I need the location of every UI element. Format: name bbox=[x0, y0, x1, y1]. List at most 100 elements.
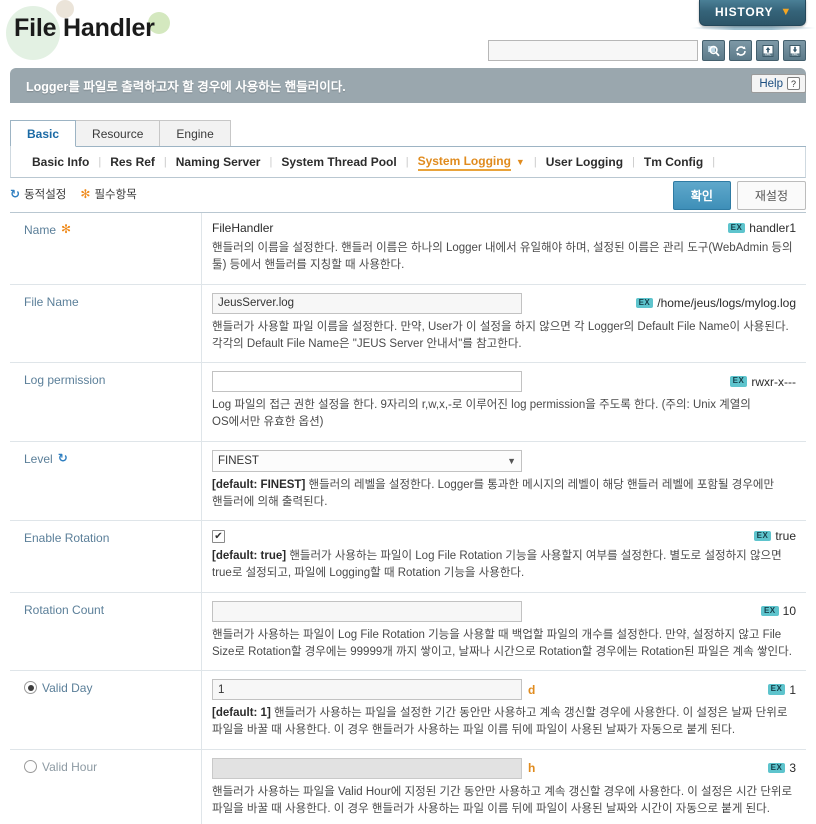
example-hint: EX 3 bbox=[767, 761, 796, 775]
subtab-label: System Thread Pool bbox=[281, 155, 397, 169]
tab-engine[interactable]: Engine bbox=[159, 119, 231, 146]
description-banner: Logger를 파일로 출력하고자 할 경우에 사용하는 핸들러이다. bbox=[10, 68, 806, 103]
row-label: Rotation Count bbox=[24, 602, 105, 617]
row-label: Name bbox=[24, 223, 57, 237]
action-buttons: 확인 재설정 bbox=[672, 181, 806, 210]
chevron-down-icon: ▼ bbox=[780, 5, 792, 18]
row-value-line: EX 10 bbox=[212, 600, 796, 622]
row-description: 핸들러가 사용하는 파일을 Valid Hour에 지정된 기간 동안만 사용하… bbox=[212, 784, 796, 819]
row-value-line: d EX1 bbox=[212, 679, 796, 700]
input-valid-day[interactable] bbox=[212, 679, 522, 700]
search-toolbar: XML XML bbox=[488, 40, 806, 61]
legend-required-label: 필수항목 bbox=[94, 189, 137, 201]
row-description: [default: 1] 핸들러가 사용하는 파일을 설정한 기간 동안만 사용… bbox=[212, 705, 796, 740]
xml-export-icon[interactable]: XML bbox=[783, 40, 806, 61]
tab-resource[interactable]: Resource bbox=[75, 119, 161, 146]
subtab-label: Naming Server bbox=[175, 155, 261, 169]
subtab-tm-config[interactable]: Tm Config bbox=[635, 155, 712, 169]
row-description-text: Log 파일의 접근 권한 설정을 한다. 9자리의 r,w,x,-로 이루어진… bbox=[212, 399, 751, 429]
radio-valid-hour[interactable] bbox=[24, 759, 37, 773]
row-label: Enable Rotation bbox=[24, 531, 110, 545]
row-label-cell: File Name bbox=[10, 284, 202, 362]
row-value-line: h EX 3 bbox=[212, 757, 796, 779]
main-tabs: Basic Resource Engine bbox=[10, 117, 806, 147]
settings-form: Name ✻ FileHandler EX handler1 핸들러의 이름을 설정한다.… bbox=[10, 212, 806, 824]
row-label: Valid Hour bbox=[42, 759, 98, 774]
subtab-label: Basic Info bbox=[32, 155, 90, 169]
row-label-cell: Log permission bbox=[10, 363, 202, 441]
help-label: Help bbox=[759, 77, 783, 90]
sub-tabs: Basic Info | Res Ref | Naming Server | System … bbox=[10, 147, 806, 178]
subtab-naming-server[interactable]: Naming Server bbox=[167, 155, 270, 169]
unit-label-valid-day: d bbox=[528, 682, 536, 697]
row-body-cell: FINEST ▼ [default: FINEST] 핸들러의 레벨을 설정한다. … bbox=[202, 442, 806, 521]
row-body-cell: EX/home/jeus/logs/mylog.log 핸들러가 사용할 파일 이… bbox=[202, 285, 806, 363]
chevron-down-icon: ▼ bbox=[515, 157, 525, 167]
row-value-line: EX rwxr-x--- bbox=[212, 371, 796, 392]
select-level[interactable]: FINEST ▼ bbox=[212, 449, 522, 472]
help-button[interactable]: Help ? bbox=[751, 74, 806, 93]
page-title: File Handler bbox=[14, 14, 155, 42]
row-value-line: ✔ EX true bbox=[212, 529, 796, 543]
refresh-small-icon: ↻ bbox=[10, 187, 21, 201]
form-row-log-permission: Log permission EX rwxr-x--- Log 파일의 접근 권한 설… bbox=[10, 363, 806, 442]
example-hint: EX rwxr-x--- bbox=[729, 375, 796, 389]
tab-basic[interactable]: Basic bbox=[10, 119, 77, 147]
input-valid-hour bbox=[212, 757, 522, 779]
legend-dynamic-label: 동적설정 bbox=[24, 189, 67, 201]
form-row-level: Level ↻ FINEST ▼ [default: FINEST] 핸들러의 레벨을 … bbox=[10, 441, 806, 521]
subtab-user-logging[interactable]: User Logging bbox=[537, 155, 632, 169]
confirm-button[interactable]: 확인 bbox=[672, 181, 731, 210]
subtab-system-logging[interactable]: System Logging ▼ bbox=[409, 154, 534, 171]
example-hint: EX 1 bbox=[767, 682, 796, 697]
ex-badge: EX bbox=[760, 605, 779, 617]
svg-text:XML: XML bbox=[791, 52, 798, 56]
example-value: 1 bbox=[789, 682, 796, 697]
row-description-text: 핸들러가 사용하는 파일을 설정한 기간 동안만 사용하고 계속 갱신할 경우에… bbox=[212, 707, 788, 737]
row-description-text: 핸들러가 사용할 파일 이름을 설정한다. 만약, User가 이 설정을 하지… bbox=[212, 320, 789, 350]
legend-required: ✻ 필수항목 bbox=[80, 186, 136, 202]
radio-valid-day[interactable] bbox=[24, 681, 37, 694]
input-file-name[interactable] bbox=[212, 292, 522, 314]
form-row-valid-hour: Valid Hour h EX 3 핸들러가 사용하는 파일을 Valid Hour에 … bbox=[10, 749, 806, 824]
svg-text:XML: XML bbox=[764, 52, 771, 56]
row-description-text: 핸들러가 사용하는 파일이 Log File Rotation 기능을 사용할지… bbox=[212, 550, 782, 580]
xml-import-icon[interactable]: XML bbox=[756, 40, 779, 61]
search-input[interactable] bbox=[488, 40, 698, 61]
subtab-separator: | bbox=[712, 156, 716, 168]
legend: ↻ 동적설정 ✻ 필수항목 bbox=[10, 186, 137, 202]
ex-badge: EX bbox=[753, 530, 772, 542]
row-value-line: EX/home/jeus/logs/mylog.log bbox=[212, 292, 796, 314]
search-icon[interactable] bbox=[702, 40, 725, 61]
example-hint: EX handler1 bbox=[727, 221, 796, 235]
refresh-icon[interactable] bbox=[729, 40, 752, 61]
required-asterisk-icon: ✻ bbox=[61, 222, 72, 236]
row-description: 핸들러가 사용하는 파일이 Log File Rotation 기능을 사용할 … bbox=[212, 627, 796, 662]
ex-badge: EX bbox=[727, 222, 746, 234]
row-value-line: FileHandler EX handler1 bbox=[212, 221, 796, 235]
row-label-cell: Name ✻ bbox=[10, 213, 202, 284]
history-label: HISTORY bbox=[715, 5, 774, 19]
form-row-name: Name ✻ FileHandler EX handler1 핸들러의 이름을 설정한다.… bbox=[10, 213, 806, 285]
asterisk-icon: ✻ bbox=[80, 187, 91, 201]
input-log-permission[interactable] bbox=[212, 371, 522, 392]
subtab-system-thread-pool[interactable]: System Thread Pool bbox=[272, 155, 405, 169]
reset-button[interactable]: 재설정 bbox=[736, 181, 806, 210]
input-rotation-count[interactable] bbox=[212, 600, 522, 622]
history-glow bbox=[690, 26, 816, 30]
row-default-value: [default: FINEST] bbox=[212, 478, 306, 491]
checkbox-enable-rotation[interactable]: ✔ bbox=[212, 529, 225, 543]
row-body-cell: EX 10 핸들러가 사용하는 파일이 Log File Rotation 기능을 … bbox=[202, 593, 806, 671]
example-hint: EX true bbox=[753, 529, 796, 543]
subtab-res-ref[interactable]: Res Ref bbox=[101, 155, 164, 169]
history-button[interactable]: HISTORY ▼ bbox=[699, 0, 806, 26]
form-row-file-name: File Name EX/home/jeus/logs/mylog.log 핸들러가… bbox=[10, 284, 806, 363]
question-mark-icon: ? bbox=[787, 77, 800, 90]
ex-badge: EX bbox=[729, 376, 748, 387]
row-label: Valid Day bbox=[42, 681, 93, 695]
subtab-basic-info[interactable]: Basic Info bbox=[23, 155, 98, 169]
example-hint: EX 10 bbox=[760, 604, 796, 618]
form-row-valid-day: Valid Day d EX1 [default: 1] 핸들러가 사용하는 파일을 … bbox=[10, 671, 806, 750]
row-label-cell: Enable Rotation bbox=[10, 521, 202, 592]
ex-badge: EX bbox=[767, 762, 786, 774]
